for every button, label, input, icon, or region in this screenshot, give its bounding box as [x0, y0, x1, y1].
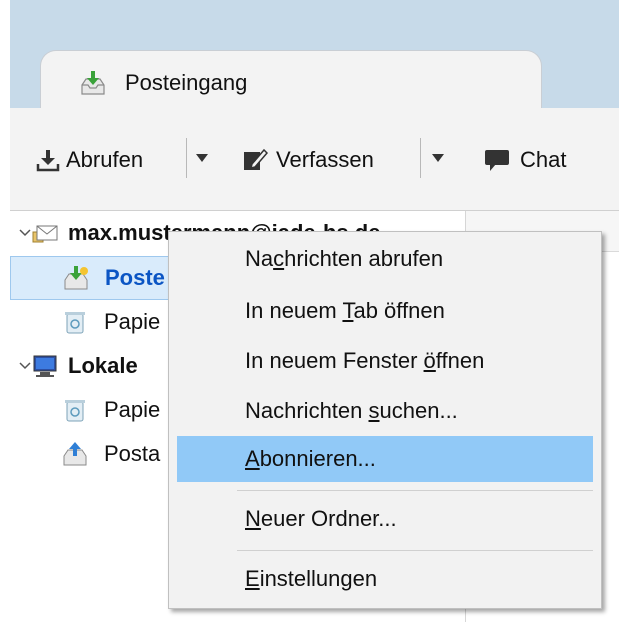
- menu-item-open-in-window[interactable]: In neuem Fenster öffnen: [177, 338, 593, 384]
- trash-icon: [65, 312, 85, 334]
- inbox-label: Poste: [105, 265, 165, 290]
- toolbar: Abrufen Verfassen Chat: [10, 108, 619, 211]
- inbox-icon: [64, 266, 88, 290]
- compose-label: Verfassen: [276, 147, 374, 172]
- outbox-icon: [63, 442, 87, 466]
- tab-title: Posteingang: [125, 70, 248, 95]
- get-messages-label: Abrufen: [66, 147, 144, 172]
- menu-item-label: Nachrichten suchen...: [245, 398, 458, 423]
- compose-icon: [244, 148, 268, 170]
- chat-button[interactable]: Chat: [484, 144, 566, 176]
- chat-icon: [485, 150, 509, 171]
- compose-button[interactable]: Verfassen: [242, 144, 374, 176]
- toolbar-separator: [186, 138, 187, 178]
- computer-icon: [33, 355, 57, 377]
- menu-item-get-messages[interactable]: Nachrichten abrufen: [177, 236, 593, 282]
- menu-item-label: Nachrichten abrufen: [245, 246, 444, 271]
- tab-inbox[interactable]: Posteingang: [40, 50, 542, 113]
- context-menu: Nachrichten abrufen In neuem Tab öffnen …: [168, 231, 602, 609]
- chat-label: Chat: [520, 147, 567, 172]
- menu-separator: [237, 550, 593, 551]
- toolbar-separator: [420, 138, 421, 178]
- menu-item-new-folder[interactable]: Neuer Ordner...: [177, 496, 593, 542]
- outbox-label: Posta: [104, 441, 161, 466]
- menu-item-label: Neuer Ordner...: [245, 506, 397, 531]
- menu-item-search-messages[interactable]: Nachrichten suchen...: [177, 388, 593, 434]
- local-trash-label: Papie: [104, 397, 161, 422]
- menu-item-settings[interactable]: Einstellungen: [177, 556, 593, 602]
- chevron-down-icon[interactable]: [18, 226, 32, 240]
- menu-separator: [237, 490, 593, 491]
- menu-item-open-in-tab[interactable]: In neuem Tab öffnen: [177, 288, 593, 334]
- trash-label: Papie: [104, 309, 161, 334]
- menu-item-label: In neuem Tab öffnen: [245, 298, 445, 323]
- menu-item-label: In neuem Fenster öffnen: [245, 348, 485, 373]
- menu-item-label: Einstellungen: [245, 566, 378, 591]
- trash-icon: [65, 400, 85, 422]
- local-folders-label: Lokale: [68, 353, 138, 378]
- chevron-down-icon[interactable]: [18, 359, 32, 373]
- inbox-icon: [81, 71, 105, 95]
- menu-item-label: Abonnieren...: [245, 446, 376, 471]
- account-icon: [32, 225, 58, 243]
- window-frame: [0, 0, 10, 622]
- title-bar: Posteingang: [10, 0, 619, 113]
- get-messages-button[interactable]: Abrufen: [36, 144, 143, 176]
- menu-item-subscribe[interactable]: Abonnieren...: [177, 436, 593, 482]
- get-messages-dropdown-icon[interactable]: [196, 154, 208, 162]
- compose-dropdown-icon[interactable]: [432, 154, 444, 162]
- download-icon: [36, 150, 60, 172]
